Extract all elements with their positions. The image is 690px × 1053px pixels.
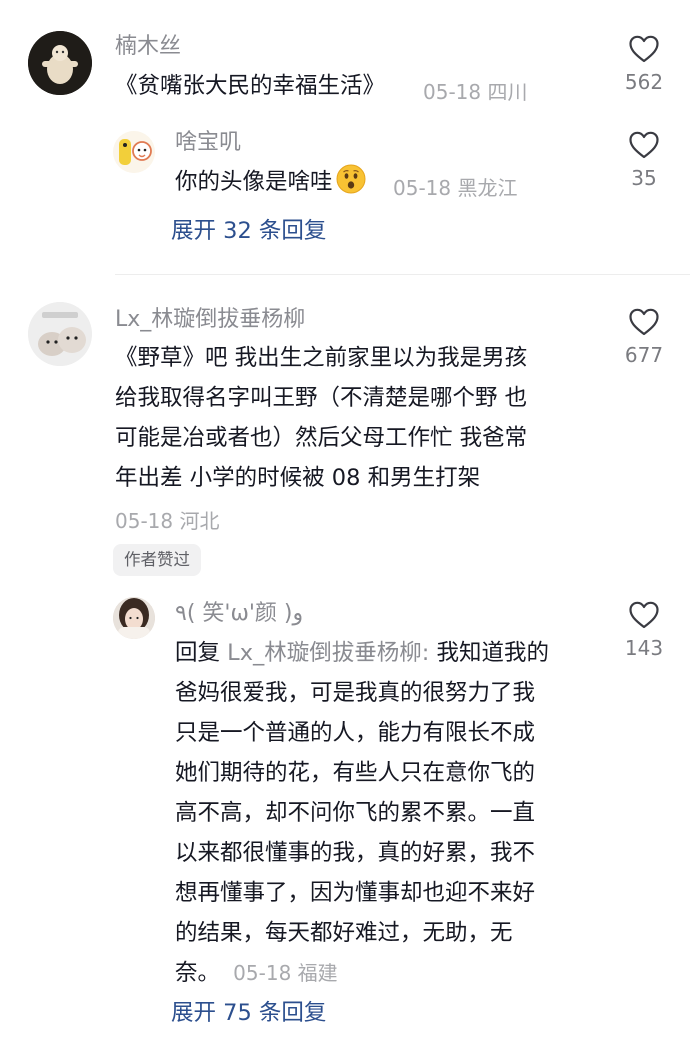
like-count: 143 bbox=[624, 636, 664, 660]
like-button[interactable]: 562 bbox=[604, 34, 684, 94]
cartoon-avatar-icon bbox=[113, 131, 155, 173]
reply-date: 05-18 bbox=[393, 176, 452, 200]
reply-text: 你的头像是啥哇 bbox=[175, 169, 333, 195]
comment-location: 河北 bbox=[179, 509, 220, 533]
reply-prefix: 回复 bbox=[175, 640, 221, 666]
surprised-face-icon bbox=[336, 164, 366, 194]
comment-meta: 05-18 河北 bbox=[115, 505, 219, 534]
avatar[interactable] bbox=[28, 31, 92, 95]
like-count: 677 bbox=[624, 343, 664, 367]
girl-avatar-icon bbox=[113, 597, 155, 639]
comment-username[interactable]: 楠木丝 bbox=[115, 32, 181, 62]
heart-icon bbox=[629, 131, 659, 159]
reply-text-row: 你的头像是啥哇 bbox=[175, 162, 366, 202]
reply-username[interactable]: 啥宝叽 bbox=[175, 128, 241, 158]
reply-text-last: 奈。 bbox=[175, 960, 221, 986]
reply-text-line: 想再懂事了，因为懂事却也迎不来好 bbox=[175, 880, 536, 906]
comment-text-line: 给我取得名字叫王野（不清楚是哪个野 也 bbox=[115, 385, 528, 411]
reply-meta: 05-18 黑龙江 bbox=[393, 172, 517, 201]
reply-location: 福建 bbox=[297, 961, 338, 985]
comment-text-line: 年出差 小学的时候被 08 和男生打架 bbox=[115, 465, 481, 491]
reply-text-line: 的结果，每天都好难过，无助，无 bbox=[175, 920, 513, 946]
reply-text-line: 爸妈很爱我，可是我真的很努力了我 bbox=[175, 680, 536, 706]
comment-text-line: 《野草》吧 我出生之前家里以为我是男孩 bbox=[115, 345, 528, 371]
reply-text-line: 她们期待的花，有些人只在意你飞的 bbox=[175, 760, 536, 786]
comment-text: 《贫嘴张大民的幸福生活》 bbox=[115, 73, 386, 99]
comment-location: 四川 bbox=[487, 80, 528, 104]
reply-text-line: 只是一个普通的人，能力有限长不成 bbox=[175, 720, 536, 746]
comment-text-line: 可能是冶或者也）然后父母工作忙 我爸常 bbox=[115, 425, 528, 451]
reply-text-line: 奈。 05-18 福建 bbox=[175, 953, 549, 993]
avatar[interactable] bbox=[113, 597, 155, 639]
heart-icon bbox=[629, 35, 659, 63]
reply-text: 回复 Lx_林璇倒拔垂杨柳: 我知道我的 爸妈很爱我，可是我真的很努力了我 只是… bbox=[175, 633, 549, 993]
hamster-avatar-icon bbox=[28, 302, 92, 366]
reply-text-line: 回复 Lx_林璇倒拔垂杨柳: 我知道我的 bbox=[175, 633, 549, 673]
reply-location: 黑龙江 bbox=[457, 176, 518, 200]
like-button[interactable]: 35 bbox=[604, 130, 684, 190]
reply-text-line: 以来都很懂事的我，真的好累，我不 bbox=[175, 840, 536, 866]
comment-text: 《野草》吧 我出生之前家里以为我是男孩 给我取得名字叫王野（不清楚是哪个野 也 … bbox=[115, 338, 527, 498]
comment-date: 05-18 bbox=[423, 80, 482, 104]
like-button[interactable]: 143 bbox=[604, 600, 684, 660]
comment-meta: 05-18 四川 bbox=[423, 76, 527, 105]
like-count: 35 bbox=[631, 166, 657, 190]
reply-to-username[interactable]: Lx_林璇倒拔垂杨柳: bbox=[227, 640, 429, 666]
author-liked-badge: 作者赞过 bbox=[113, 544, 201, 576]
reply-date: 05-18 bbox=[233, 961, 292, 985]
like-button[interactable]: 677 bbox=[604, 307, 684, 367]
heart-icon bbox=[629, 308, 659, 336]
reply-text-line: 高不高，却不问你飞的累不累。一直 bbox=[175, 800, 536, 826]
reply-text-first: 我知道我的 bbox=[436, 640, 550, 666]
like-count: 562 bbox=[624, 70, 664, 94]
expand-replies-link[interactable]: 展开 32 条回复 bbox=[171, 216, 326, 246]
avatar[interactable] bbox=[113, 131, 155, 173]
reply-meta: 05-18 福建 bbox=[233, 961, 337, 985]
figure-avatar-icon bbox=[28, 31, 92, 95]
reply-username[interactable]: ٩( 笑'ω'颜 )و bbox=[175, 599, 303, 629]
comment-username[interactable]: Lx_林璇倒拔垂杨柳 bbox=[115, 305, 305, 335]
avatar[interactable] bbox=[28, 302, 92, 366]
heart-icon bbox=[629, 601, 659, 629]
divider bbox=[115, 274, 690, 275]
expand-replies-link[interactable]: 展开 75 条回复 bbox=[171, 998, 326, 1028]
comment-date: 05-18 bbox=[115, 509, 174, 533]
